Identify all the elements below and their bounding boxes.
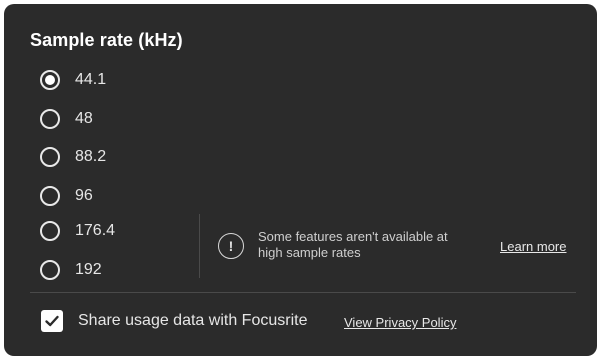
panel-title: Sample rate (kHz) <box>30 30 183 50</box>
warning-line-1: Some features aren't available at <box>258 229 448 244</box>
radio-option-176-4[interactable]: 176.4 <box>40 219 115 243</box>
view-privacy-policy-link[interactable]: View Privacy Policy <box>344 315 456 330</box>
vertical-divider <box>199 214 200 278</box>
horizontal-divider <box>30 292 576 293</box>
radio-label: 192 <box>75 261 102 278</box>
radio-label: 96 <box>75 187 93 204</box>
radio-button[interactable] <box>40 109 60 129</box>
radio-button[interactable] <box>40 147 60 167</box>
sample-rate-warning: Some features aren't available at high s… <box>258 229 498 261</box>
share-usage-label: Share usage data with Focusrite <box>78 312 308 329</box>
radio-label: 48 <box>75 110 93 127</box>
radio-button[interactable] <box>40 186 60 206</box>
radio-button[interactable] <box>40 260 60 280</box>
radio-label: 88.2 <box>75 148 107 165</box>
radio-button-selected[interactable] <box>40 70 60 90</box>
sample-rate-panel: Sample rate (kHz) 44.1 48 88.2 96 176.4 … <box>4 4 597 356</box>
radio-option-88-2[interactable]: 88.2 <box>40 145 106 169</box>
warning-line-2: high sample rates <box>258 245 361 260</box>
exclamation-circle-icon: ! <box>218 233 244 259</box>
radio-option-192[interactable]: 192 <box>40 258 102 282</box>
radio-label: 176.4 <box>75 222 116 239</box>
radio-selected-dot <box>45 75 55 85</box>
radio-option-48[interactable]: 48 <box>40 107 93 131</box>
radio-option-44-1[interactable]: 44.1 <box>40 68 106 92</box>
radio-option-96[interactable]: 96 <box>40 184 93 208</box>
radio-button[interactable] <box>40 221 60 241</box>
checkmark-icon <box>45 315 59 327</box>
share-usage-checkbox[interactable] <box>41 310 63 332</box>
learn-more-link[interactable]: Learn more <box>500 239 566 254</box>
radio-label: 44.1 <box>75 71 107 88</box>
